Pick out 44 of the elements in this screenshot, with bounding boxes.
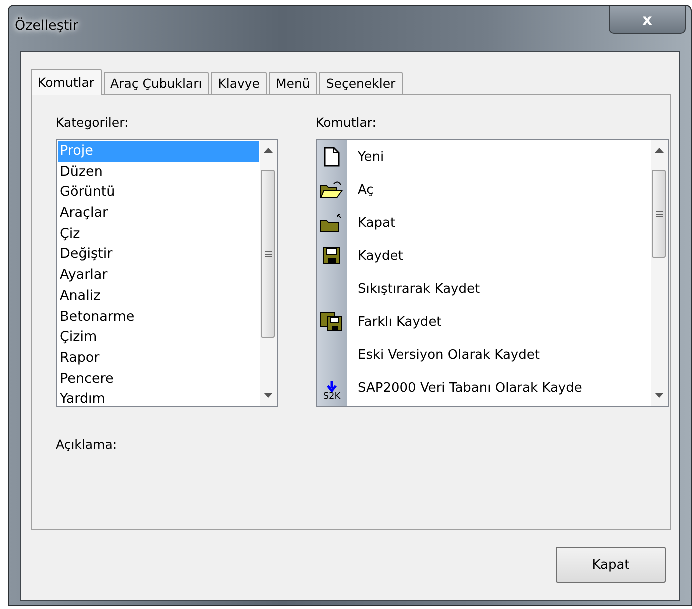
list-item[interactable]: Düzen: [58, 162, 259, 182]
list-item[interactable]: SAP2000 Veri Tabanı Olarak Kayde: [348, 372, 650, 405]
grip-icon: [656, 211, 663, 218]
list-item[interactable]: Kapat: [348, 207, 650, 240]
list-item[interactable]: Rapor: [58, 348, 259, 369]
list-item[interactable]: Farklı Kaydet: [348, 306, 650, 339]
grip-icon: [265, 251, 272, 258]
tab[interactable]: Komutlar: [31, 69, 102, 95]
field-label: Komutlar:: [316, 115, 378, 130]
window-title: Özelleştir: [15, 18, 78, 34]
tab[interactable]: Araç Çubukları: [104, 72, 210, 94]
scroll-up-icon[interactable]: [264, 148, 273, 153]
list-item[interactable]: Pencere: [58, 368, 259, 390]
field-label: Kategoriler:: [56, 115, 130, 130]
scroll-down-icon[interactable]: [655, 393, 664, 398]
list-item[interactable]: Analiz: [58, 286, 259, 306]
list-item[interactable]: Yardım: [58, 389, 259, 406]
folder-icon: [320, 212, 344, 232]
list-item[interactable]: Sıkıştırarak Kaydet: [348, 273, 650, 306]
scroll-up-icon[interactable]: [655, 148, 664, 153]
blank-page-icon: [324, 146, 340, 166]
list-item[interactable]: Kaydet: [348, 240, 650, 273]
list-item[interactable]: Değiştir: [58, 244, 259, 266]
list-item[interactable]: Aç: [348, 174, 650, 207]
scroll-down-icon[interactable]: [264, 393, 273, 398]
scrollbar[interactable]: [651, 140, 668, 406]
floppy-disks-icon: [320, 312, 344, 332]
list-item[interactable]: Yeni: [348, 141, 650, 174]
list-item[interactable]: Görüntü: [58, 182, 259, 204]
open-folder-icon: [320, 180, 344, 200]
scroll-thumb[interactable]: [261, 170, 275, 338]
scroll-thumb[interactable]: [652, 170, 666, 258]
field-label: Açıklama:: [56, 437, 118, 452]
tab[interactable]: Menü: [269, 72, 318, 94]
list-item[interactable]: Çiz: [58, 224, 259, 244]
list-item[interactable]: Çizim: [58, 327, 259, 348]
list-item[interactable]: Ayarlar: [58, 265, 259, 286]
list-item[interactable]: Eski Versiyon Olarak Kaydet: [348, 339, 650, 372]
scrollbar[interactable]: [260, 140, 277, 406]
list-item[interactable]: Araçlar: [58, 203, 259, 224]
close-dialog-button[interactable]: Kapat: [556, 547, 666, 583]
tab[interactable]: Klavye: [211, 72, 268, 94]
tab[interactable]: Seçenekler: [319, 72, 403, 94]
list-item[interactable]: Betonarme: [58, 306, 259, 328]
